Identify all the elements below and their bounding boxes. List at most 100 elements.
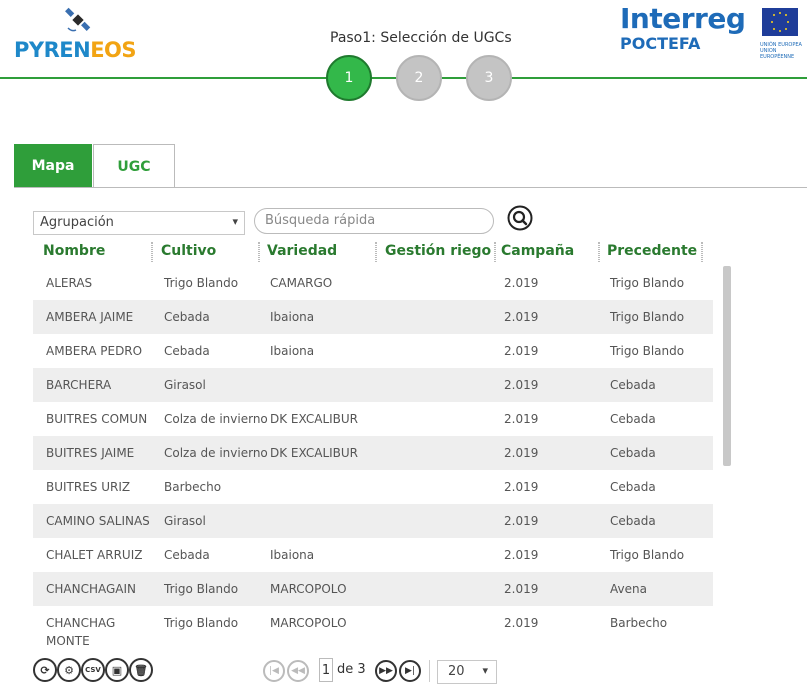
cell-nombre: BARCHERA: [46, 378, 112, 392]
cell-precedente: Trigo Blando: [610, 344, 685, 358]
col-resize-handle[interactable]: [494, 242, 496, 262]
cell-cultivo: Cebada: [164, 310, 210, 324]
current-page-input[interactable]: 1: [319, 658, 333, 682]
table-row[interactable]: AMBERA JAIME Cebada Ibaiona 2.019 Trigo Blan…: [33, 300, 713, 334]
last-page-icon[interactable]: ▶|: [399, 660, 421, 682]
eu-flag-icon: [762, 8, 798, 36]
cell-campana: 2.019: [504, 378, 539, 392]
interreg-logo: Interreg: [620, 2, 746, 35]
cell-precedente: Cebada: [610, 446, 656, 460]
cell-cultivo: Trigo Blando: [164, 616, 239, 630]
cell-campana: 2.019: [504, 548, 539, 562]
cell-campana: 2.019: [504, 480, 539, 494]
table-row[interactable]: CHANCHAG MONTE Trigo Blando MARCOPOLO 2.019…: [33, 606, 713, 650]
cell-precedente: Cebada: [610, 480, 656, 494]
cell-campana: 2.019: [504, 310, 539, 324]
prev-page-icon[interactable]: ◀◀: [287, 660, 309, 682]
cell-precedente: Cebada: [610, 412, 656, 426]
col-gestion-riego[interactable]: Gestión riego: [385, 243, 491, 259]
grouping-select-value: Agrupación: [40, 215, 114, 230]
col-resize-handle[interactable]: [598, 242, 600, 262]
cell-nombre: CHANCHAGAIN: [46, 582, 137, 596]
cell-campana: 2.019: [504, 276, 539, 290]
quick-search-input[interactable]: Búsqueda rápida: [254, 208, 494, 234]
cell-campana: 2.019: [504, 582, 539, 596]
table-row[interactable]: CHALET ARRUIZ Cebada Ibaiona 2.019 Trigo Bla…: [33, 538, 713, 572]
cell-precedente: Trigo Blando: [610, 548, 685, 562]
table-row[interactable]: BUITRES COMUN Colza de invierno DK EXCALIB…: [33, 402, 713, 436]
cell-cultivo: Cebada: [164, 548, 210, 562]
cell-variedad: MARCOPOLO: [270, 616, 347, 630]
table-scrollbar[interactable]: [723, 266, 731, 466]
eu-label: UNIÓN EUROPEA UNION EUROPÉENNE: [760, 42, 802, 60]
cell-precedente: Cebada: [610, 514, 656, 528]
cell-nombre: CHANCHAG MONTE: [46, 616, 116, 648]
cell-cultivo: Colza de invierno: [164, 412, 268, 426]
col-resize-handle[interactable]: [375, 242, 377, 262]
save-icon[interactable]: ▣: [105, 658, 129, 682]
cell-nombre: AMBERA JAIME: [46, 310, 134, 324]
cell-variedad: Ibaiona: [270, 344, 315, 358]
table-row[interactable]: BUITRES URIZ Barbecho 2.019 Cebada: [33, 470, 713, 504]
cell-campana: 2.019: [504, 344, 539, 358]
pyreneos-logo: PYRENEOS: [8, 6, 148, 62]
table-header: Nombre Cultivo Variedad Gestión riego Ca…: [33, 240, 723, 266]
cell-cultivo: Barbecho: [164, 480, 222, 494]
refresh-icon[interactable]: ⟳: [33, 658, 57, 682]
step-1[interactable]: 1: [326, 55, 372, 101]
table-row[interactable]: CAMINO SALINAS Girasol 2.019 Cebada: [33, 504, 713, 538]
cell-campana: 2.019: [504, 514, 539, 528]
cell-variedad: Ibaiona: [270, 310, 315, 324]
cell-precedente: Trigo Blando: [610, 310, 685, 324]
chevron-down-icon: ▾: [482, 664, 488, 677]
pager-divider: [429, 660, 430, 682]
table-body: ALERAS Trigo Blando CAMARGO 2.019 Trigo Blan…: [33, 266, 713, 650]
table-row[interactable]: BARCHERA Girasol 2.019 Cebada: [33, 368, 713, 402]
col-variedad[interactable]: Variedad: [267, 243, 337, 259]
cell-precedente: Trigo Blando: [610, 276, 685, 290]
col-resize-handle[interactable]: [701, 242, 703, 262]
tab-panel-border: [14, 187, 807, 188]
col-cultivo[interactable]: Cultivo: [161, 243, 216, 259]
cell-cultivo: Girasol: [164, 514, 206, 528]
cell-nombre: CAMINO SALINAS: [46, 514, 150, 528]
col-campana[interactable]: Campaña: [501, 243, 574, 259]
step-3[interactable]: 3: [466, 55, 512, 101]
cell-cultivo: Colza de invierno: [164, 446, 268, 460]
poctefa-logo: POCTEFA: [620, 34, 701, 53]
col-resize-handle[interactable]: [258, 242, 260, 262]
next-page-icon[interactable]: ▶▶: [375, 660, 397, 682]
csv-export-icon[interactable]: CSV: [81, 658, 105, 682]
cell-precedente: Barbecho: [610, 616, 668, 630]
chevron-down-icon: ▾: [232, 215, 238, 228]
step-title: Paso1: Selección de UGCs: [330, 30, 512, 46]
table-row[interactable]: CHANCHAGAIN Trigo Blando MARCOPOLO 2.019 Ave…: [33, 572, 713, 606]
cell-cultivo: Trigo Blando: [164, 582, 239, 596]
step-2[interactable]: 2: [396, 55, 442, 101]
trash-icon[interactable]: 🗑: [129, 658, 153, 682]
col-nombre[interactable]: Nombre: [43, 243, 105, 259]
cell-variedad: DK EXCALIBUR: [270, 446, 359, 460]
first-page-icon[interactable]: |◀: [263, 660, 285, 682]
gear-icon[interactable]: ⚙: [57, 658, 81, 682]
app-header: PYRENEOS Paso1: Selección de UGCs 1 2 3 …: [0, 0, 807, 118]
pyreneos-logo-text: PYRENEOS: [14, 38, 137, 62]
table-row[interactable]: AMBERA PEDRO Cebada Ibaiona 2.019 Trigo Blan…: [33, 334, 713, 368]
cell-cultivo: Girasol: [164, 378, 206, 392]
col-resize-handle[interactable]: [151, 242, 153, 262]
cell-nombre: BUITRES JAIME: [46, 446, 135, 460]
tab-mapa[interactable]: Mapa: [14, 144, 92, 188]
cell-nombre: BUITRES COMUN: [46, 412, 148, 426]
grouping-select[interactable]: Agrupación ▾: [33, 211, 245, 235]
search-icon[interactable]: [507, 205, 533, 231]
cell-nombre: AMBERA PEDRO: [46, 344, 143, 358]
tab-ugc[interactable]: UGC: [93, 144, 175, 188]
cell-campana: 2.019: [504, 412, 539, 426]
table-row[interactable]: BUITRES JAIME Colza de invierno DK EXCALIB…: [33, 436, 713, 470]
satellite-icon: [65, 7, 91, 32]
page-size-value: 20: [448, 664, 465, 679]
page-count: de 3: [337, 662, 366, 677]
page-size-select[interactable]: 20 ▾: [437, 660, 497, 684]
table-row[interactable]: ALERAS Trigo Blando CAMARGO 2.019 Trigo Blan…: [33, 266, 713, 300]
col-precedente[interactable]: Precedente: [607, 243, 697, 259]
